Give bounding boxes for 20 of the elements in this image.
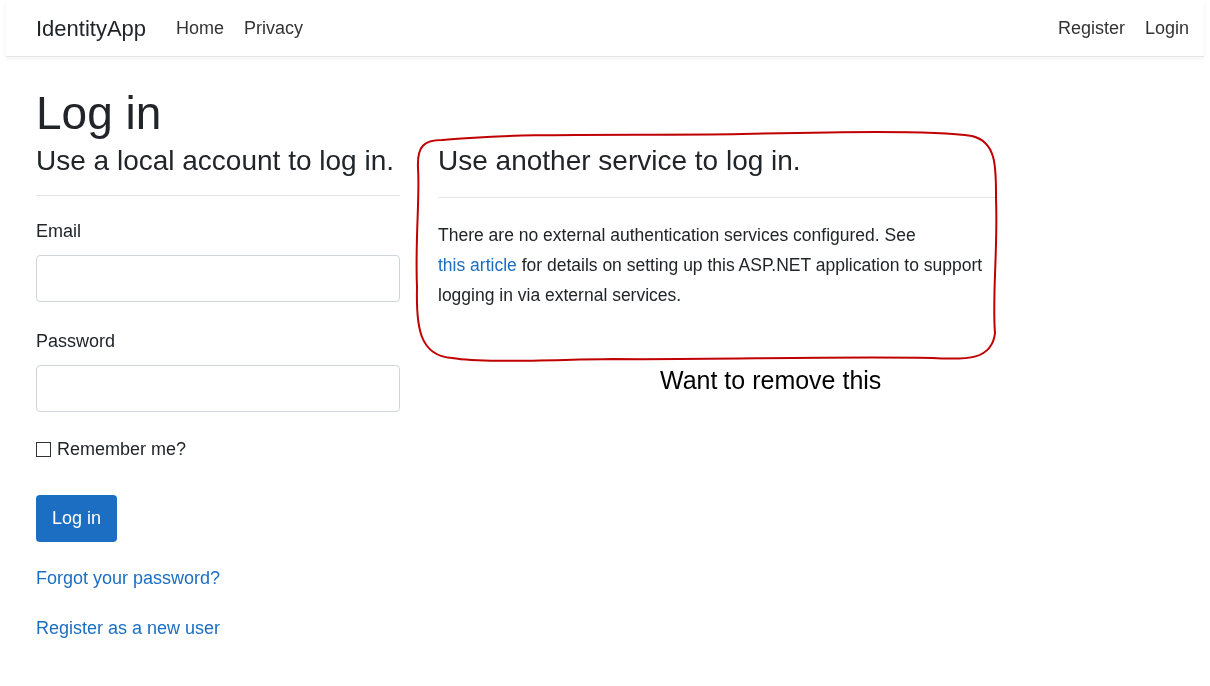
- password-field[interactable]: [36, 365, 400, 412]
- nav-link[interactable]: Privacy: [244, 14, 304, 42]
- info-paragraph: There are no external authentication services configured. See this article for details on setting up this ASP.NET application to support logging in via external services.: [438, 224, 984, 307]
- email-field[interactable]: [36, 255, 400, 302]
- annotation-note: Want to remove this: [660, 365, 882, 396]
- nav-link[interactable]: Home: [176, 14, 225, 42]
- page-title: Log in: [36, 86, 163, 141]
- field-label: Email: [36, 220, 82, 243]
- checkbox-label: Remember me?: [57, 438, 187, 461]
- section-heading: Use a local account to log in.: [36, 144, 395, 178]
- login-button[interactable]: Log in: [36, 495, 118, 542]
- nav-link[interactable]: Register: [1057, 14, 1125, 42]
- nav-link[interactable]: Login: [1144, 14, 1189, 42]
- text-link[interactable]: Forgot your password?: [36, 566, 221, 590]
- section-heading: Use another service to log in.: [438, 144, 802, 178]
- remember-checkbox[interactable]: [36, 442, 51, 457]
- text-link[interactable]: Register as a new user: [36, 616, 221, 640]
- field-label: Password: [36, 330, 117, 353]
- brand-link[interactable]: IdentityApp: [36, 11, 147, 45]
- article-link[interactable]: this article: [438, 255, 517, 275]
